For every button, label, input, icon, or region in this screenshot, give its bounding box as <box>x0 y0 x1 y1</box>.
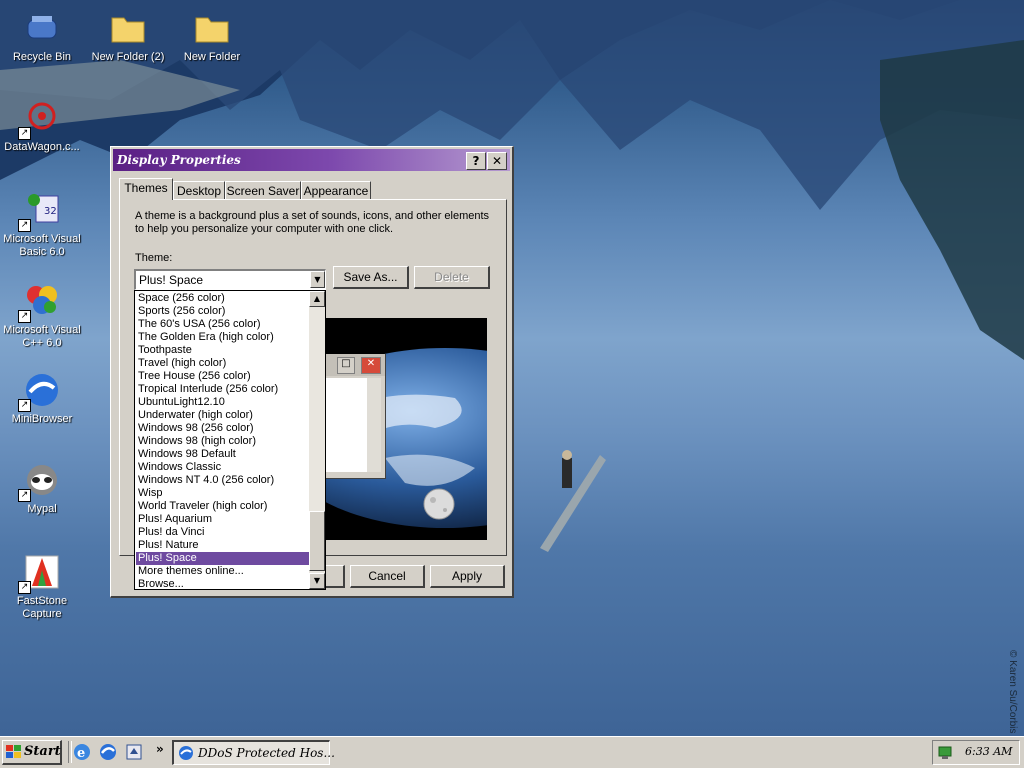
minibrowser-icon: ↗ <box>18 370 62 412</box>
dropdown-item[interactable]: UbuntuLight12.10 <box>136 396 310 409</box>
theme-label: Theme: <box>135 252 173 264</box>
scrollbar-thumb[interactable] <box>309 511 325 571</box>
shortcut-arrow-icon: ↗ <box>18 489 31 502</box>
mypal-icon: ↗ <box>18 460 62 502</box>
start-button[interactable]: Start <box>2 740 62 765</box>
show-desktop-icon[interactable] <box>124 742 144 762</box>
taskbar-item-active-window[interactable]: DDoS Protected Hos... <box>172 740 335 765</box>
svg-text:32: 32 <box>44 206 57 217</box>
taskbar-item-label: DDoS Protected Hos... <box>198 746 335 760</box>
dropdown-item[interactable]: Space (256 color) <box>136 292 310 305</box>
dropdown-item[interactable]: Windows NT 4.0 (256 color) <box>136 474 310 487</box>
theme-select[interactable]: Plus! Space ▼ <box>134 269 326 290</box>
shortcut-arrow-icon: ↗ <box>18 310 31 323</box>
dropdown-item[interactable]: Tree House (256 color) <box>136 370 310 383</box>
tab-themes[interactable]: Themes <box>119 178 173 200</box>
svg-text:e: e <box>77 746 85 761</box>
themes-description: A theme is a background plus a set of so… <box>135 210 490 235</box>
wallpaper-watermark: © Karen Su/Corbis <box>1007 650 1018 734</box>
faststone-capture-icon: ↗ <box>18 552 62 594</box>
theme-select-value: Plus! Space <box>139 273 204 287</box>
close-button[interactable]: ✕ <box>487 152 507 170</box>
tab-desktop[interactable]: Desktop <box>173 181 225 200</box>
dropdown-item[interactable]: Browse... <box>136 578 310 591</box>
dropdown-item[interactable]: Plus! Nature <box>136 539 310 552</box>
dropdown-item[interactable]: The Golden Era (high color) <box>136 331 310 344</box>
start-label: Start <box>24 744 61 759</box>
desktop-icon-recycle-bin[interactable]: Recycle Bin <box>0 8 84 64</box>
dropdown-item[interactable]: Toothpaste <box>136 344 310 357</box>
close-icon: ✕ <box>361 357 381 374</box>
taskbar: Start e » DDoS Protected Hos... 6:33 AM <box>0 736 1024 768</box>
desktop-icon-faststone-capture[interactable]: ↗ FastStone Capture <box>0 552 84 621</box>
save-as-button[interactable]: Save As... <box>333 266 409 289</box>
recycle-bin-icon <box>22 8 62 48</box>
desktop-icon-new-folder[interactable]: New Folder <box>170 8 254 64</box>
internet-explorer-icon[interactable]: e <box>72 742 92 762</box>
tab-screen-saver[interactable]: Screen Saver <box>225 181 301 200</box>
dropdown-item[interactable]: Sports (256 color) <box>136 305 310 318</box>
dropdown-item[interactable]: Windows 98 Default <box>136 448 310 461</box>
desktop-icon-mypal[interactable]: ↗ Mypal <box>0 460 84 516</box>
network-tray-icon[interactable] <box>937 744 955 762</box>
desktop-icon-visual-cpp[interactable]: ↗ Microsoft Visual C++ 6.0 <box>0 281 84 350</box>
desktop-icon-visual-basic[interactable]: 32 ↗ Microsoft Visual Basic 6.0 <box>0 190 84 259</box>
folder-icon <box>108 8 148 48</box>
dropdown-item[interactable]: Windows 98 (256 color) <box>136 422 310 435</box>
dropdown-item[interactable]: Underwater (high color) <box>136 409 310 422</box>
desktop-icon-new-folder-2[interactable]: New Folder (2) <box>86 8 170 64</box>
folder-icon <box>192 8 232 48</box>
dropdown-item[interactable]: Plus! Aquarium <box>136 513 310 526</box>
dropdown-item[interactable]: Plus! Space <box>136 552 310 565</box>
dropdown-item[interactable]: Windows 98 (high color) <box>136 435 310 448</box>
visual-cpp-icon: ↗ <box>18 281 62 323</box>
maximize-icon: □ <box>337 357 355 374</box>
datawagon-icon: ↗ <box>18 98 62 140</box>
dropdown-item[interactable]: Plus! da Vinci <box>136 526 310 539</box>
shortcut-arrow-icon: ↗ <box>18 399 31 412</box>
cancel-button[interactable]: Cancel <box>350 565 425 588</box>
apply-button[interactable]: Apply <box>430 565 505 588</box>
quicklaunch-chevron[interactable]: » <box>156 742 164 756</box>
windows-logo-icon <box>6 745 21 758</box>
window-title: Display Properties <box>117 153 241 167</box>
desktop-icon-minibrowser[interactable]: ↗ MiniBrowser <box>0 370 84 426</box>
help-button[interactable]: ? <box>466 152 486 170</box>
preview-scrollbar <box>367 378 381 472</box>
dropdown-scrollbar[interactable]: ▲ ▼ <box>309 291 325 589</box>
minibrowser-quicklaunch-icon[interactable] <box>98 742 118 762</box>
dropdown-item[interactable]: World Traveler (high color) <box>136 500 310 513</box>
chevron-down-icon[interactable]: ▼ <box>310 271 325 288</box>
dropdown-item[interactable]: Wisp <box>136 487 310 500</box>
shortcut-arrow-icon: ↗ <box>18 219 31 232</box>
tab-appearance[interactable]: Appearance <box>301 181 371 200</box>
preview-mini-window: □ ✕ <box>325 354 386 479</box>
scroll-up-icon[interactable]: ▲ <box>309 291 325 307</box>
dropdown-item[interactable]: Travel (high color) <box>136 357 310 370</box>
clock: 6:33 AM <box>965 745 1013 758</box>
dropdown-item[interactable]: The 60's USA (256 color) <box>136 318 310 331</box>
dropdown-item[interactable]: More themes online... <box>136 565 310 578</box>
scroll-down-icon[interactable]: ▼ <box>309 573 325 589</box>
desktop-icon-datawagon[interactable]: ↗ DataWagon.c... <box>0 98 84 154</box>
title-bar[interactable]: Display Properties ? ✕ <box>113 149 510 171</box>
window-app-icon <box>179 746 193 760</box>
theme-preview: □ ✕ <box>325 318 487 540</box>
dropdown-item[interactable]: Windows Classic <box>136 461 310 474</box>
visual-basic-icon: 32 ↗ <box>18 190 62 232</box>
shortcut-arrow-icon: ↗ <box>18 581 31 594</box>
theme-dropdown-list[interactable]: Space (256 color) Sports (256 color) The 6… <box>134 290 326 590</box>
dropdown-item[interactable]: Tropical Interlude (256 color) <box>136 383 310 396</box>
shortcut-arrow-icon: ↗ <box>18 127 31 140</box>
system-tray: 6:33 AM <box>932 740 1020 765</box>
delete-button[interactable]: Delete <box>414 266 490 289</box>
